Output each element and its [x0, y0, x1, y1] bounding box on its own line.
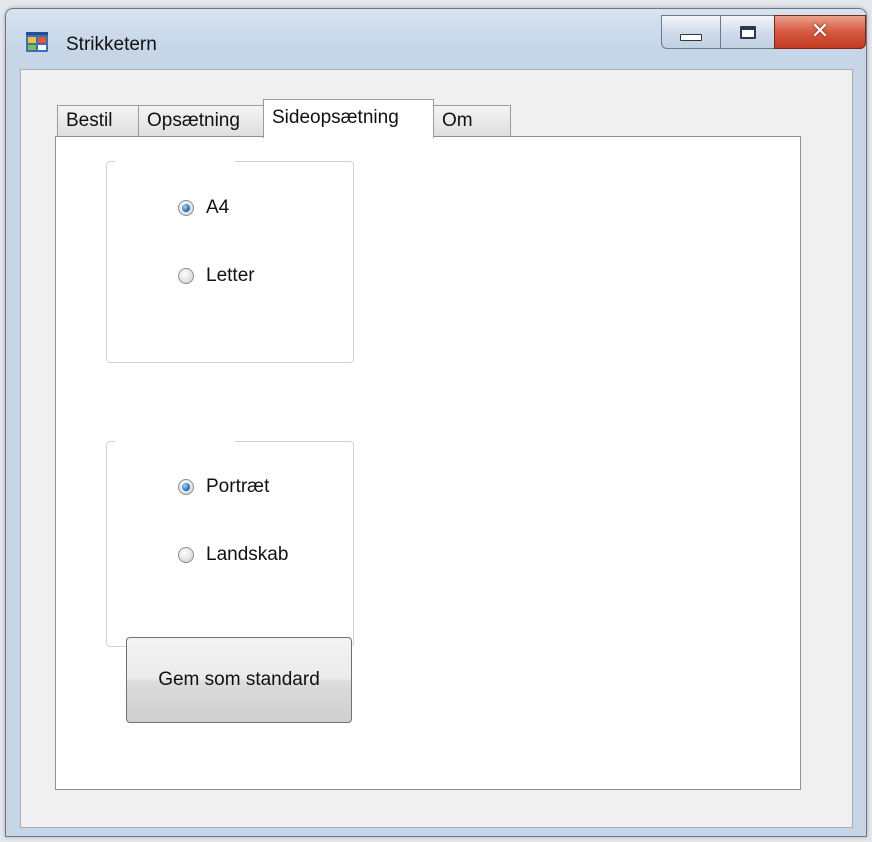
- radio-button-a4[interactable]: [178, 200, 194, 216]
- radio-label-landskab: Landskab: [206, 544, 289, 565]
- radio-button-landskab[interactable]: [178, 547, 194, 563]
- radio-button-letter[interactable]: [178, 268, 194, 284]
- close-button[interactable]: ✕: [774, 15, 866, 49]
- radio-a4[interactable]: A4: [178, 197, 229, 219]
- window-title: Strikketern: [66, 34, 157, 55]
- save-as-default-button[interactable]: Gem som standard: [126, 637, 352, 723]
- close-icon: ✕: [810, 19, 830, 44]
- app-window: Strikketern ✕ Bestil Opsætning Sideopsæt…: [5, 8, 867, 837]
- radio-letter[interactable]: Letter: [178, 265, 255, 287]
- tab-om[interactable]: Om: [433, 105, 511, 137]
- tab-sideopsaetning[interactable]: Sideopsætning: [263, 99, 434, 138]
- paper-size-group: [106, 160, 354, 363]
- radio-landskab[interactable]: Landskab: [178, 544, 288, 566]
- tab-bestil[interactable]: Bestil: [57, 105, 139, 137]
- radio-label-portraet: Portræt: [206, 476, 270, 497]
- tab-opsaetning[interactable]: Opsætning: [138, 105, 265, 137]
- radio-selected-dot: [182, 204, 190, 212]
- radio-selected-dot: [182, 483, 190, 491]
- sideopsaetning-panel: A4 Letter Portræt Landskab Gem som stand…: [55, 136, 801, 790]
- minimize-button[interactable]: [661, 15, 721, 49]
- title-bar[interactable]: Strikketern ✕: [6, 9, 866, 69]
- maximize-icon: [739, 25, 756, 39]
- app-window-icon: [26, 32, 48, 52]
- maximize-button[interactable]: [720, 15, 775, 49]
- radio-label-a4: A4: [206, 197, 230, 218]
- radio-portraet[interactable]: Portræt: [178, 476, 269, 498]
- minimize-icon: [680, 33, 702, 41]
- window-client-area: Bestil Opsætning Sideopsætning Om A4 Let…: [20, 69, 853, 828]
- radio-label-letter: Letter: [206, 265, 255, 286]
- radio-button-portraet[interactable]: [178, 479, 194, 495]
